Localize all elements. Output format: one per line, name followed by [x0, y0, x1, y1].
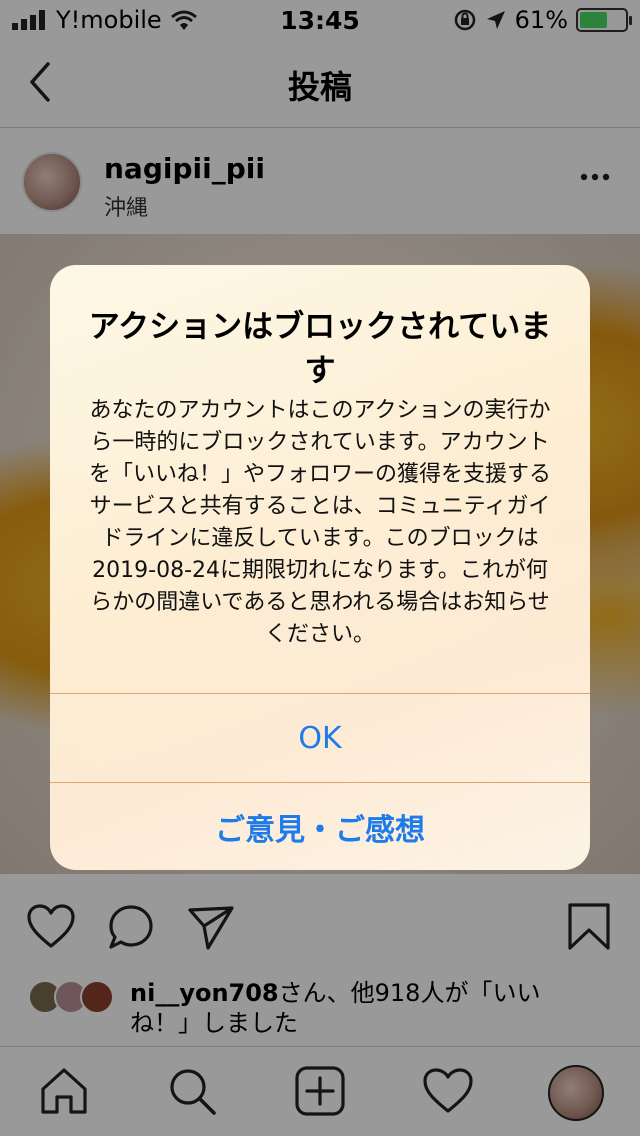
- feedback-button[interactable]: ご意見・ご感想: [50, 783, 590, 870]
- alert-title: アクションはブロックされています: [88, 309, 552, 389]
- action-blocked-alert: アクションはブロックされています あなたのアカウントはこのアクションの実行から一…: [50, 265, 590, 870]
- alert-message: あなたのアカウントはこのアクションの実行から一時的にブロックされています。アカウ…: [88, 398, 551, 647]
- ok-button[interactable]: OK: [50, 694, 590, 782]
